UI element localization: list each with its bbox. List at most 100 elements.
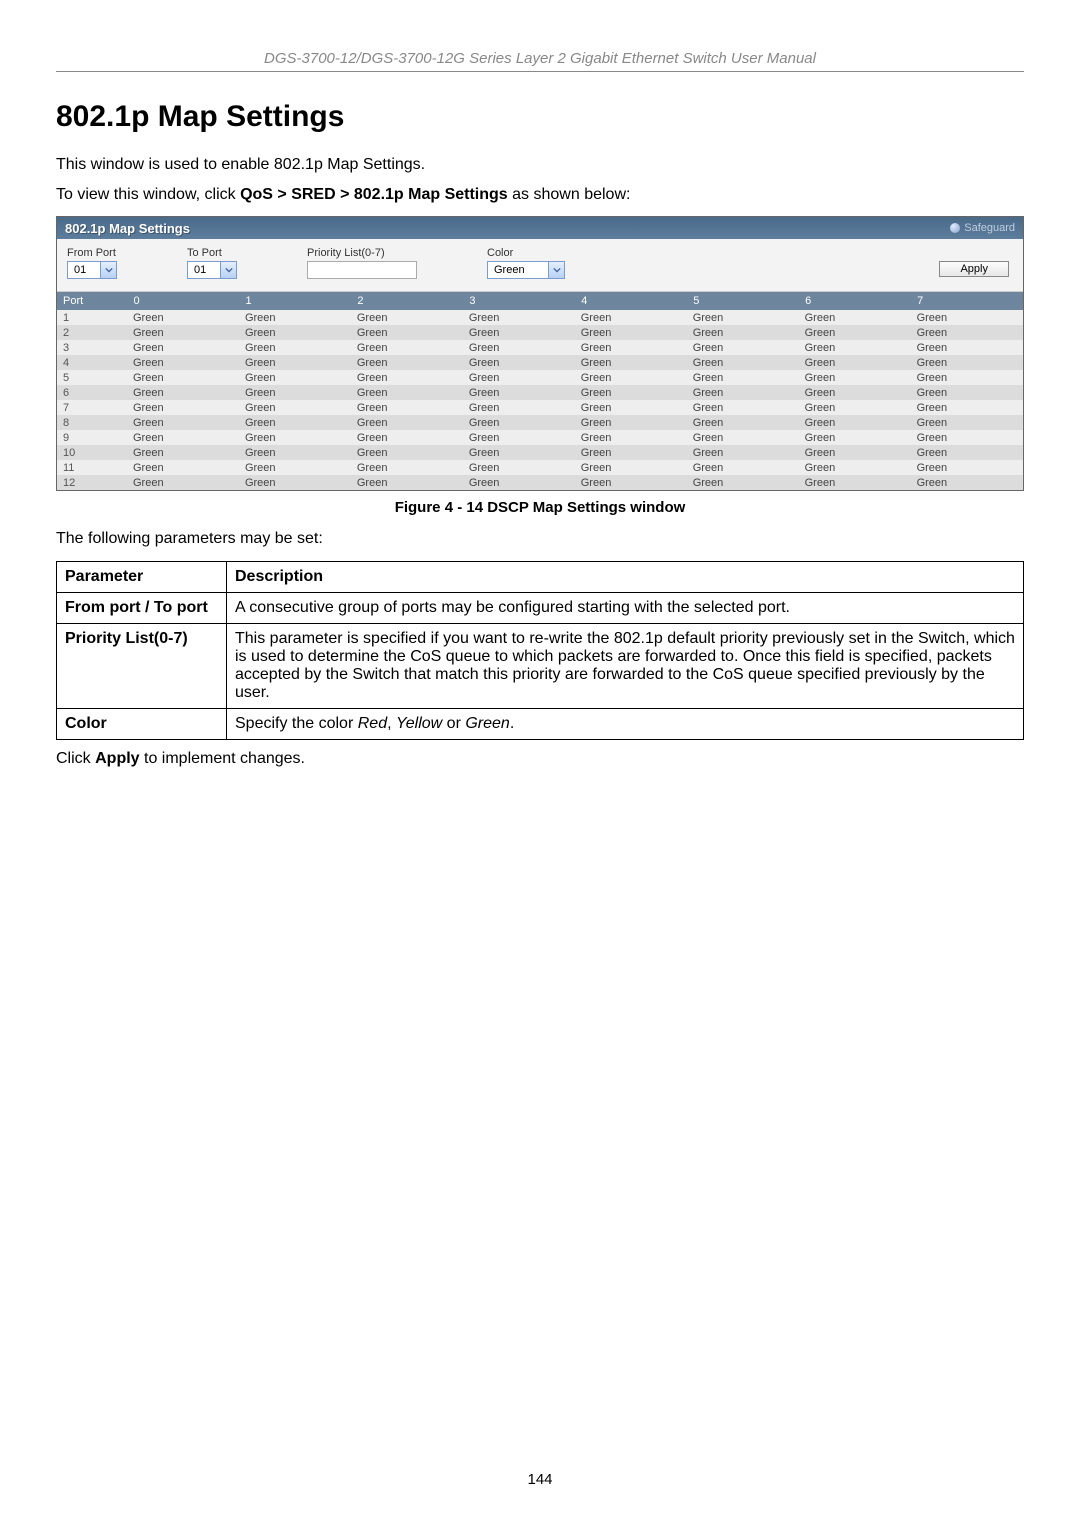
- priority-list-input[interactable]: [307, 261, 417, 279]
- value-cell: Green: [799, 400, 911, 415]
- text-span: .: [510, 715, 514, 732]
- chevron-down-icon: [548, 262, 564, 278]
- value-cell: Green: [463, 325, 575, 340]
- value-cell: Green: [127, 385, 239, 400]
- window-title: 802.1p Map Settings: [65, 221, 190, 236]
- value-cell: Green: [575, 460, 687, 475]
- value-cell: Green: [911, 460, 1023, 475]
- value-cell: Green: [239, 400, 351, 415]
- value-cell: Green: [687, 475, 799, 490]
- table-row: 12GreenGreenGreenGreenGreenGreenGreenGre…: [57, 475, 1023, 490]
- value-cell: Green: [463, 370, 575, 385]
- value-cell: Green: [351, 430, 463, 445]
- priority-list-label: Priority List(0-7): [307, 247, 417, 259]
- color-yellow-text: Yellow: [396, 715, 442, 732]
- param-name-cell: Color: [57, 708, 227, 739]
- port-map-table: Port01234567 1GreenGreenGreenGreenGreenG…: [57, 292, 1023, 490]
- value-cell: Green: [575, 430, 687, 445]
- value-cell: Green: [799, 475, 911, 490]
- value-cell: Green: [799, 460, 911, 475]
- value-cell: Green: [463, 310, 575, 325]
- color-dropdown[interactable]: Green: [487, 261, 565, 279]
- value-cell: Green: [799, 385, 911, 400]
- table-row: From port / To port A consecutive group …: [57, 592, 1024, 623]
- params-intro: The following parameters may be set:: [56, 528, 1024, 550]
- table-row: 10GreenGreenGreenGreenGreenGreenGreenGre…: [57, 445, 1023, 460]
- port-cell: 2: [57, 325, 127, 340]
- value-cell: Green: [799, 340, 911, 355]
- parameter-table: Parameter Description From port / To por…: [56, 561, 1024, 740]
- port-cell: 9: [57, 430, 127, 445]
- table-header-cell: Port: [57, 292, 127, 310]
- port-cell: 11: [57, 460, 127, 475]
- value-cell: Green: [463, 445, 575, 460]
- value-cell: Green: [687, 430, 799, 445]
- value-cell: Green: [351, 355, 463, 370]
- from-port-value: 01: [74, 264, 86, 276]
- value-cell: Green: [463, 475, 575, 490]
- text-span: or: [442, 715, 465, 732]
- value-cell: Green: [351, 325, 463, 340]
- value-cell: Green: [799, 445, 911, 460]
- value-cell: Green: [911, 310, 1023, 325]
- value-cell: Green: [351, 340, 463, 355]
- from-port-dropdown[interactable]: 01: [67, 261, 117, 279]
- value-cell: Green: [575, 445, 687, 460]
- value-cell: Green: [911, 340, 1023, 355]
- apply-button[interactable]: Apply: [939, 261, 1009, 277]
- value-cell: Green: [575, 310, 687, 325]
- value-cell: Green: [575, 385, 687, 400]
- value-cell: Green: [911, 415, 1023, 430]
- param-desc-cell: Specify the color Red, Yellow or Green.: [227, 708, 1024, 739]
- value-cell: Green: [239, 370, 351, 385]
- value-cell: Green: [127, 340, 239, 355]
- value-cell: Green: [463, 460, 575, 475]
- table-header-cell: 7: [911, 292, 1023, 310]
- value-cell: Green: [575, 370, 687, 385]
- value-cell: Green: [687, 370, 799, 385]
- to-port-value: 01: [194, 264, 206, 276]
- section-title: 802.1p Map Settings: [56, 100, 1024, 134]
- value-cell: Green: [911, 445, 1023, 460]
- window-titlebar: 802.1p Map Settings Safeguard: [57, 217, 1023, 239]
- safeguard-label: Safeguard: [964, 222, 1015, 234]
- safeguard-badge: Safeguard: [950, 222, 1015, 234]
- table-row: 7GreenGreenGreenGreenGreenGreenGreenGree…: [57, 400, 1023, 415]
- port-cell: 1: [57, 310, 127, 325]
- port-cell: 5: [57, 370, 127, 385]
- param-name-cell: From port / To port: [57, 592, 227, 623]
- value-cell: Green: [127, 370, 239, 385]
- value-cell: Green: [239, 475, 351, 490]
- to-port-dropdown[interactable]: 01: [187, 261, 237, 279]
- value-cell: Green: [351, 385, 463, 400]
- table-header-cell: 2: [351, 292, 463, 310]
- value-cell: Green: [463, 400, 575, 415]
- text-span: Specify the color: [235, 715, 358, 732]
- value-cell: Green: [239, 325, 351, 340]
- intro-text: This window is used to enable 802.1p Map…: [56, 154, 1024, 176]
- table-row: 11GreenGreenGreenGreenGreenGreenGreenGre…: [57, 460, 1023, 475]
- value-cell: Green: [239, 310, 351, 325]
- color-red-text: Red: [358, 715, 387, 732]
- value-cell: Green: [127, 310, 239, 325]
- value-cell: Green: [351, 310, 463, 325]
- value-cell: Green: [799, 325, 911, 340]
- port-cell: 12: [57, 475, 127, 490]
- value-cell: Green: [239, 340, 351, 355]
- page-header: DGS-3700-12/DGS-3700-12G Series Layer 2 …: [56, 50, 1024, 72]
- value-cell: Green: [127, 445, 239, 460]
- table-row: 4GreenGreenGreenGreenGreenGreenGreenGree…: [57, 355, 1023, 370]
- value-cell: Green: [351, 370, 463, 385]
- value-cell: Green: [127, 475, 239, 490]
- value-cell: Green: [351, 415, 463, 430]
- table-header-cell: 3: [463, 292, 575, 310]
- value-cell: Green: [687, 400, 799, 415]
- table-header-cell: 0: [127, 292, 239, 310]
- table-header-cell: 4: [575, 292, 687, 310]
- text-span: ,: [387, 715, 396, 732]
- value-cell: Green: [911, 430, 1023, 445]
- table-row: 3GreenGreenGreenGreenGreenGreenGreenGree…: [57, 340, 1023, 355]
- value-cell: Green: [911, 370, 1023, 385]
- breadcrumb-instruction: To view this window, click QoS > SRED > …: [56, 186, 1024, 204]
- value-cell: Green: [687, 310, 799, 325]
